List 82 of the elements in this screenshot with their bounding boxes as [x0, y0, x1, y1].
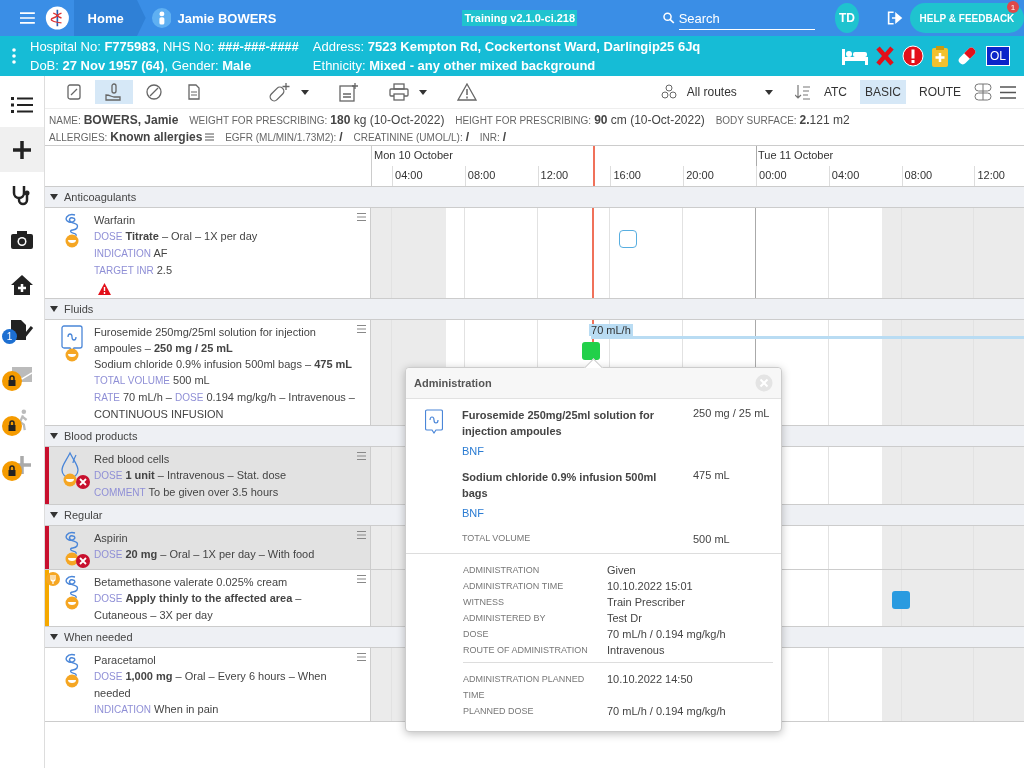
hour-label: 20:00 — [686, 169, 714, 181]
medication-detail: RATE 70 mL/h – DOSE 0.194 mg/kg/h – Intravenous – CONTINUOUS INFUSION — [94, 390, 356, 422]
detail-label: DOSE — [463, 628, 490, 641]
patient-detail: Ethnicity: Mixed - any other mixed background — [312, 57, 597, 74]
patient-detail: Hospital No: F775983, NHS No: ###-###-#### — [30, 38, 299, 55]
info-value: BOWERS, Jamie — [83, 113, 179, 127]
info-value: / — [465, 130, 470, 144]
product-amount: 250 mg / 25 mL — [693, 407, 771, 421]
hour-label: 04:00 — [395, 169, 423, 181]
info-label: WEIGHT FOR PRESCRIBING: — [189, 115, 328, 126]
medication-detail: TARGET INR 2.5 — [94, 263, 173, 278]
medication-detail: Aspirin — [94, 531, 129, 546]
day-label: Mon 10 October — [373, 149, 453, 161]
medication-detail: Paracetamol — [94, 653, 157, 668]
hour-label: 12:00 — [540, 169, 569, 181]
info-value: / — [339, 130, 343, 144]
info-label: NAME: — [49, 115, 81, 126]
hour-label: 04:00 — [831, 169, 860, 181]
detail-value: Intravenous — [607, 643, 666, 658]
rate-label: 70 mL/h — [589, 324, 633, 336]
section-title: Anticoagulants — [64, 191, 137, 203]
count-badge: 1 — [2, 329, 17, 344]
detail-label: ADMINISTRATION TIME — [463, 580, 565, 593]
detail-label: WITNESS — [463, 596, 505, 609]
medication-detail: DOSE Apply thinly to the affected area – Cutaneous – 3X per day — [94, 591, 303, 623]
detail-label: ROUTE OF ADMINISTRATION — [463, 644, 589, 657]
detail-value: Train Prescriber — [607, 595, 686, 610]
product-name: Sodium chloride 0.9% infusion 500ml bags — [462, 470, 658, 501]
medication-detail: DOSE Titrate – Oral – 1X per day — [94, 229, 259, 244]
detail-label: ADMINISTRATION PLANNED TIME — [463, 673, 586, 702]
hour-label: 00:00 — [759, 169, 787, 181]
version-label: Training v2.1.0-ci.218 — [462, 10, 578, 26]
medication-detail: Red blood cells — [94, 452, 171, 467]
medication-detail: DOSE 20 mg – Oral – 1X per day – With food — [94, 547, 316, 562]
info-label: INR: — [479, 132, 500, 143]
medication-detail: INDICATION AF — [94, 246, 169, 261]
detail-value: 70 mL/h / 0.194 mg/kg/h — [607, 627, 727, 642]
detail-value: Test Dr — [607, 611, 643, 626]
info-label: HEIGHT FOR PRESCRIBING: — [455, 115, 592, 126]
info-label: CREATININE (UMOL/L): — [353, 132, 463, 143]
section-title: Regular — [64, 509, 103, 521]
info-value: 180 kg (10-Oct-2022) — [330, 113, 445, 127]
section-title: Fluids — [64, 303, 94, 315]
info-label: BODY SURFACE: — [715, 115, 797, 126]
medication-detail: INDICATION When in pain — [94, 702, 220, 717]
detail-label: ADMINISTERED BY — [463, 612, 547, 625]
section-title: When needed — [64, 631, 133, 643]
product-amount: 475 mL — [693, 469, 731, 483]
patient-detail: DoB: 27 Nov 1957 (64), Gender: Male — [30, 57, 253, 74]
detail-value: Given — [607, 563, 637, 578]
hour-label: 08:00 — [467, 169, 496, 181]
popup-title: Administration — [414, 377, 492, 389]
info-label: EGFR (ML/MIN/1.73M2): — [225, 132, 337, 143]
section-title: Blood products — [64, 430, 138, 442]
medication-detail: Betamethasone valerate 0.025% cream — [94, 575, 289, 590]
patient-detail: Address: 7523 Kempton Rd, Cockertonst Ward, Darlingip25 6Jq — [312, 38, 701, 55]
detail-label: PLANNED DOSE — [463, 705, 535, 718]
info-value: Known allergies — [110, 130, 203, 144]
medication-detail: Furosemide 250mg/25ml solution for injection ampoules – 250 mg / 25 mL — [94, 325, 317, 356]
info-value: 90 cm (10-Oct-2022) — [594, 113, 705, 127]
detail-value: 10.10.2022 14:50 — [607, 672, 694, 687]
hour-label: 16:00 — [613, 169, 641, 181]
patient-name: Jamie BOWERS — [177, 10, 277, 26]
medication-detail: DOSE 1 unit – Intravenous – Stat. dose — [94, 468, 288, 483]
medication-detail: Sodium chloride 0.9% infusion 500ml bags – 475 mL — [94, 357, 354, 372]
hour-label: 08:00 — [904, 169, 933, 181]
detail-label: ADMINISTRATION — [463, 564, 541, 577]
info-label: ALLERGIES: — [49, 132, 108, 143]
hour-label: 12:00 — [977, 169, 1005, 181]
medication-detail: COMMENT To be given over 3.5 hours — [94, 485, 280, 500]
info-value: 2.121 m2 — [799, 113, 850, 127]
medication-detail: Warfarin — [94, 213, 137, 228]
medication-detail: TOTAL VOLUME 500 mL — [94, 373, 211, 388]
total-label: TOTAL VOLUME — [462, 533, 532, 545]
detail-value: 10.10.2022 15:01 — [607, 579, 694, 594]
total-value: 500 mL — [693, 533, 731, 545]
notification-badge: 1 — [1007, 1, 1019, 13]
medication-detail: DOSE 1,000 mg – Oral – Every 6 hours – When needed — [94, 669, 328, 701]
detail-value: 70 mL/h / 0.194 mg/kg/h — [607, 704, 727, 719]
product-name: Furosemide 250mg/25ml solution for injection ampoules — [462, 408, 655, 439]
info-value: / — [502, 130, 507, 144]
day-label: Tue 11 October — [757, 149, 834, 161]
